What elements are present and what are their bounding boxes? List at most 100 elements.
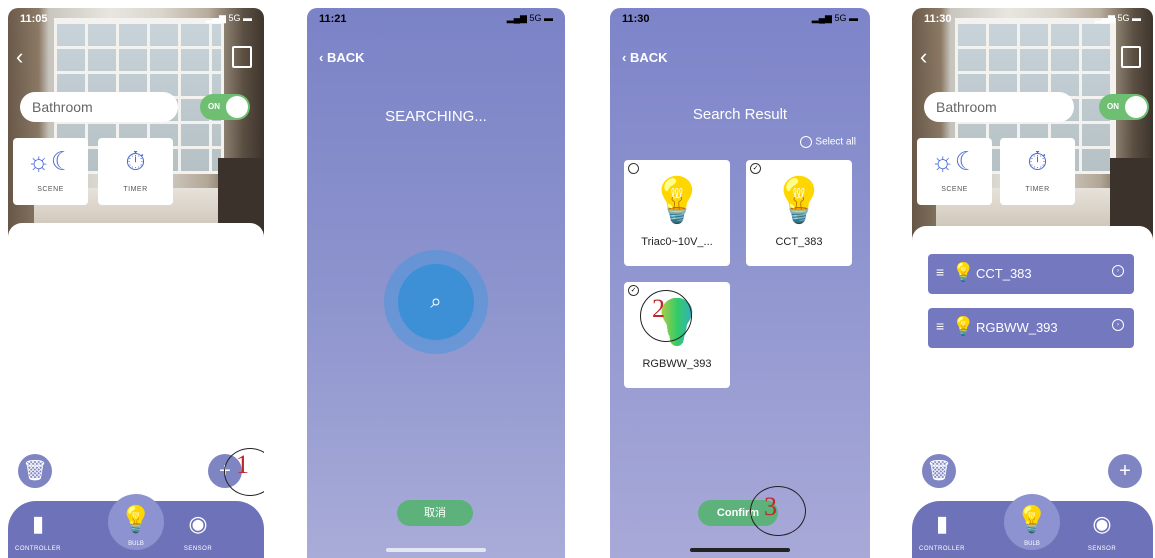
unchecked-circle-icon[interactable]: [628, 163, 639, 174]
checked-circle-icon[interactable]: ✓: [628, 285, 639, 296]
timer-label: TIMER: [1025, 186, 1050, 193]
drag-handle-icon[interactable]: ≡: [936, 318, 944, 334]
annotation-number: 2: [652, 294, 665, 323]
scene-label: SCENE: [941, 186, 968, 193]
signal-indicator: ▂▄▆ 5G ▬: [205, 13, 252, 23]
nav-controller-label: CONTROLLER: [14, 546, 61, 552]
screen-search-result: 11:30 ▂▄▆ 5G ▬ ‹ BACK Search Result Sele…: [610, 8, 870, 558]
cancel-button[interactable]: 取消: [397, 500, 473, 526]
device-row[interactable]: ≡ 💡 RGBWW_393 ›: [928, 308, 1134, 348]
add-device-button[interactable]: +: [1108, 454, 1142, 488]
power-toggle[interactable]: ON: [200, 94, 250, 120]
annotation-number: 3: [764, 492, 777, 521]
nav-bulb[interactable]: 💡 BULB: [1004, 494, 1060, 550]
signal-indicator: ▂▄▆ 5G ▬: [811, 13, 858, 23]
status-bar: 11:30 ▂▄▆ 5G ▬: [610, 8, 870, 28]
device-name: Triac0~10V_...: [641, 236, 713, 248]
power-toggle[interactable]: ON: [1099, 94, 1149, 120]
nav-sensor[interactable]: ◉ SENSOR: [168, 511, 228, 553]
stopwatch-icon: ⏱: [1027, 146, 1048, 176]
device-name: CCT_383: [976, 266, 1032, 281]
room-photo: 11:30 ▂▄▆ 5G ▬ ‹: [912, 8, 1153, 248]
searching-status: SEARCHING...: [385, 108, 487, 125]
annotation-number: 1: [236, 450, 249, 479]
search-pulse: ⌕: [384, 250, 488, 354]
status-time: 11:21: [319, 13, 347, 25]
toggle-knob: [226, 96, 248, 118]
bulb-icon: 💡: [771, 176, 827, 225]
drag-handle-icon[interactable]: ≡: [936, 264, 944, 280]
device-name: RGBWW_393: [642, 358, 712, 370]
back-chevron-icon[interactable]: ‹: [16, 46, 23, 68]
nav-controller-label: CONTROLLER: [918, 546, 965, 552]
checked-circle-icon[interactable]: ✓: [750, 163, 761, 174]
signal-indicator: ▂▄▆ 5G ▬: [1094, 13, 1141, 23]
status-bar: 11:21 ▂▄▆ 5G ▬: [307, 8, 565, 28]
status-bar: 11:05 ▂▄▆ 5G ▬: [8, 8, 264, 28]
result-title: Search Result: [692, 106, 788, 123]
nav-bulb[interactable]: 💡 BULB: [108, 494, 164, 550]
device-card[interactable]: 💡 Triac0~10V_...: [624, 160, 730, 266]
device-row[interactable]: ≡ 💡 CCT_383 ›: [928, 254, 1134, 294]
room-name-field[interactable]: [924, 92, 1074, 122]
sun-moon-icon: ☼☾: [930, 146, 979, 176]
radio-icon: [800, 136, 813, 148]
more-icon[interactable]: ›: [1112, 265, 1124, 277]
screen-searching: 11:21 ▂▄▆ 5G ▬ ‹ BACK SEARCHING... ⌕ 取消: [307, 8, 565, 558]
rgb-bulb-icon: 💡: [952, 316, 975, 336]
nav-controller[interactable]: ▮ CONTROLLER: [912, 511, 972, 553]
toggle-label: ON: [1107, 102, 1119, 111]
room-name-field[interactable]: [20, 92, 178, 122]
plus-icon: +: [1119, 460, 1131, 482]
search-icon: ⌕: [398, 264, 474, 340]
stopwatch-icon: ⏱: [125, 146, 146, 176]
bulb-icon: 💡: [952, 262, 975, 282]
device-name: RGBWW_393: [976, 320, 1058, 335]
home-indicator: [690, 548, 790, 552]
back-chevron-icon[interactable]: ‹: [920, 46, 927, 68]
more-icon[interactable]: ›: [1112, 319, 1124, 331]
annotation-circle: [750, 486, 806, 536]
toggle-label: ON: [208, 102, 220, 111]
sensor-icon: ◉: [188, 511, 208, 536]
timer-button[interactable]: ⏱ TIMER: [1000, 138, 1075, 205]
trash-icon: 🗑: [926, 460, 952, 482]
toggle-knob: [1125, 96, 1147, 118]
bulb-icon: 💡: [649, 176, 705, 225]
nav-bulb-label: BULB: [1024, 541, 1040, 547]
status-time: 11:30: [622, 13, 650, 25]
bulb-icon: 💡: [1015, 504, 1049, 534]
timer-label: TIMER: [123, 186, 148, 193]
remote-icon: ▮: [935, 511, 949, 536]
remote-icon: ▮: [31, 511, 45, 536]
back-button[interactable]: ‹ BACK: [622, 50, 668, 65]
device-name: CCT_383: [775, 236, 823, 248]
nav-bulb-label: BULB: [128, 541, 144, 547]
sun-moon-icon: ☼☾: [26, 146, 75, 176]
status-bar: 11:30 ▂▄▆ 5G ▬: [912, 8, 1153, 28]
annotation-circle: [640, 290, 692, 342]
delete-button[interactable]: 🗑: [18, 454, 52, 488]
bulb-icon: 💡: [119, 504, 153, 534]
scene-button[interactable]: ☼☾ SCENE: [917, 138, 992, 205]
device-card[interactable]: ✓ 💡 CCT_383: [746, 160, 852, 266]
room-photo: 11:05 ▂▄▆ 5G ▬ ‹: [8, 8, 264, 248]
delete-button[interactable]: 🗑: [922, 454, 956, 488]
signal-indicator: ▂▄▆ 5G ▬: [506, 13, 553, 23]
select-all-toggle[interactable]: Select all: [800, 136, 856, 148]
timer-button[interactable]: ⏱ TIMER: [98, 138, 173, 205]
home-indicator: [386, 548, 486, 552]
nav-sensor-label: SENSOR: [183, 546, 213, 552]
edit-photo-icon[interactable]: [1121, 46, 1141, 68]
back-button[interactable]: ‹ BACK: [319, 50, 365, 65]
nav-sensor[interactable]: ◉ SENSOR: [1072, 511, 1132, 553]
bottom-nav: ▮ CONTROLLER 💡 BULB ◉ SENSOR: [912, 494, 1153, 558]
nav-controller[interactable]: ▮ CONTROLLER: [8, 511, 68, 553]
trash-icon: 🗑: [22, 460, 48, 482]
scene-button[interactable]: ☼☾ SCENE: [13, 138, 88, 205]
bottom-nav: ▮ CONTROLLER 💡 BULB ◉ SENSOR: [8, 494, 264, 558]
edit-photo-icon[interactable]: [232, 46, 252, 68]
sensor-icon: ◉: [1092, 511, 1112, 536]
select-all-label: Select all: [815, 136, 856, 148]
status-time: 11:30: [924, 13, 952, 25]
